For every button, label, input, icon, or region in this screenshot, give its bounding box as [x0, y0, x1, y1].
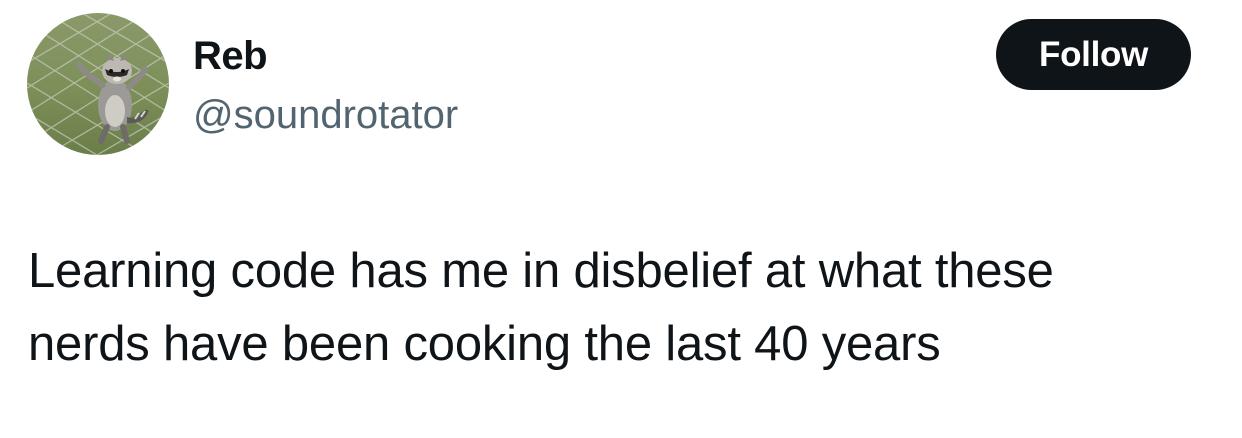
- tweet-text-line: nerds have been cooking the last 40 year…: [28, 317, 941, 371]
- avatar[interactable]: [27, 13, 169, 155]
- raccoon-on-fence-avatar-icon: [27, 13, 169, 155]
- tweet-text: Learning code has me in disbelief at wha…: [28, 235, 1218, 381]
- follow-button[interactable]: Follow: [996, 19, 1191, 90]
- author-handle[interactable]: @soundrotator: [193, 92, 458, 138]
- author-display-name[interactable]: Reb: [193, 33, 268, 79]
- tweet-text-line: Learning code has me in disbelief at wha…: [28, 244, 1054, 298]
- tweet-card: Reb @soundrotator Follow Learning code h…: [0, 0, 1242, 438]
